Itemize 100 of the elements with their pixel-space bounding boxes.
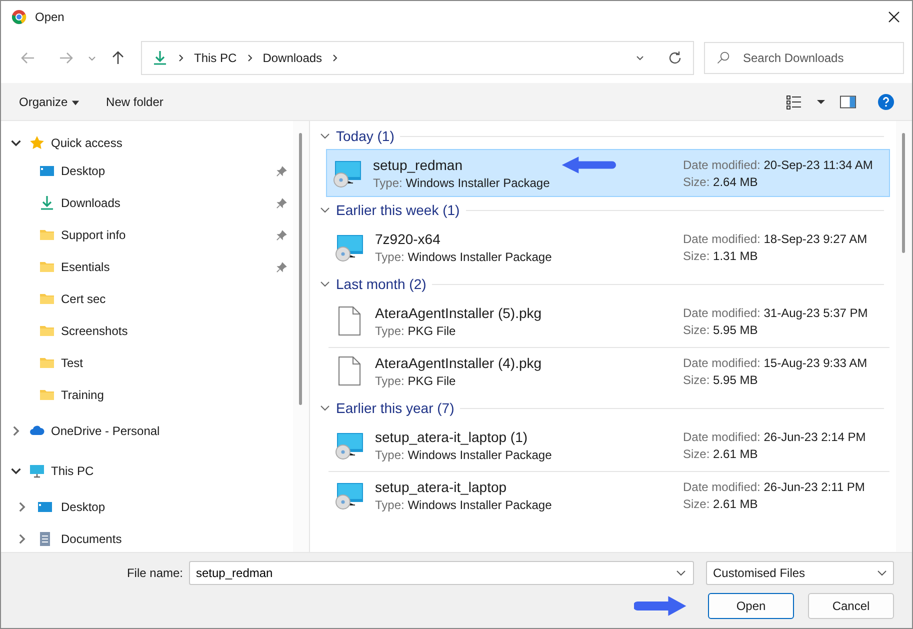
folder-icon [39,291,55,307]
file-name: setup_atera-it_laptop [375,478,508,494]
search-field[interactable]: Search Downloads [704,42,904,74]
annotation-arrow-icon [634,594,688,618]
sidebar-item[interactable]: Documents [1,523,293,552]
file-size: 2.64 MB [713,174,758,188]
chevron-down-icon[interactable] [320,205,330,215]
chevron-down-icon[interactable] [320,403,330,413]
sidebar-item[interactable]: Test [1,347,293,379]
file-item[interactable]: AteraAgentInstaller (5).pkg Type: PKG File Date modified: 31-Aug-23 5:37 PM Size: 5.95 MB [328,297,890,345]
file-item[interactable]: 7z920-x64 Type: Windows Installer Package Date modified: 18-Sep-23 9:27 AM Size: 1.31 MB [328,223,890,271]
annotation-arrow-icon [560,155,616,175]
close-icon[interactable] [888,11,900,23]
type-label: Type: [375,374,404,388]
file-size: 2.61 MB [713,496,758,510]
refresh-icon[interactable] [667,50,683,66]
sidebar-item[interactable]: This PC [1,451,293,491]
size-label: Size: [683,174,710,188]
type-label: Type: [375,250,404,264]
group-header[interactable]: Last month (2) [336,276,426,292]
type-label: Type: [375,324,404,338]
monitor-icon [29,463,45,479]
download-icon [152,50,168,66]
date-modified: 18-Sep-23 9:27 AM [764,232,868,246]
date-label: Date modified: [683,430,760,444]
sidebar-item[interactable]: Cert sec [1,283,293,315]
file-item[interactable]: setup_atera-it_laptop Type: Windows Installer Package Date modified: 26-Jun-23 2:11 PM Size: 2.61 MB [328,471,890,519]
date-label: Date modified: [683,232,760,246]
app-icon [11,9,27,25]
group-header[interactable]: Earlier this week (1) [336,202,460,218]
folder-icon [39,355,55,371]
date-label: Date modified: [683,158,760,172]
search-icon [716,51,730,65]
size-label: Size: [683,446,710,460]
sidebar-item[interactable]: Support info [1,219,293,251]
up-arrow-icon[interactable] [110,50,126,66]
date-label: Date modified: [683,480,760,494]
help-icon[interactable] [878,94,894,110]
new-folder-button[interactable]: New folder [96,90,174,112]
file-item[interactable]: AteraAgentInstaller (4).pkg Type: PKG File Date modified: 15-Aug-23 9:33 AM Size: 5.95 MB [328,347,890,395]
size-label: Size: [683,322,710,336]
date-modified: 20-Sep-23 11:34 AM [764,158,873,172]
file-size: 2.61 MB [713,446,758,460]
file-name-field[interactable]: setup_redman [189,561,694,585]
chevron-down-icon [676,568,686,578]
star-icon [29,135,45,151]
file-item[interactable]: setup_redman Type: Windows Installer Package Date modified: 20-Sep-23 11:34 AM Size: 2.64 MB [326,149,890,197]
file-type: Windows Installer Package [408,498,552,512]
chevron-down-icon[interactable] [635,53,645,63]
address-bar[interactable]: This PC Downloads [141,41,694,75]
document-icon [37,531,53,547]
file-type: Windows Installer Package [408,250,552,264]
date-modified: 26-Jun-23 2:14 PM [764,430,866,444]
cancel-button[interactable]: Cancel [808,593,894,619]
file-type: Windows Installer Package [406,176,550,190]
sidebar-item[interactable]: OneDrive - Personal [1,411,293,451]
file-name: 7z920-x64 [375,230,442,246]
folder-icon [39,387,55,403]
file-type: PKG File [408,324,456,338]
window-title: Open [35,10,64,24]
desktop-icon [37,499,53,515]
file-size: 5.95 MB [713,322,758,336]
caret-icon [71,98,80,107]
date-label: Date modified: [683,306,760,320]
sidebar-item[interactable]: Training [1,379,293,411]
chevron-down-icon[interactable] [320,279,330,289]
file-item[interactable]: setup_atera-it_laptop (1) Type: Windows Installer Package Date modified: 26-Jun-23 2:14 PM Size: 2.61 MB [328,421,890,469]
file-size: 1.31 MB [713,248,758,262]
group-header[interactable]: Today (1) [336,128,394,144]
download-icon [39,195,55,211]
view-list-icon[interactable] [786,94,802,110]
date-modified: 31-Aug-23 5:37 PM [764,306,868,320]
breadcrumb-item[interactable]: Downloads [262,51,322,65]
group-header[interactable]: Earlier this year (7) [336,400,454,416]
chevron-down-icon [877,568,887,578]
sidebar-item[interactable]: Desktop [1,491,293,523]
date-modified: 26-Jun-23 2:11 PM [764,480,865,494]
chevron-down-icon[interactable] [320,131,330,141]
date-label: Date modified: [683,356,760,370]
file-name: setup_redman [373,156,464,172]
organize-button[interactable]: Organize [9,90,90,112]
type-label: Type: [375,498,404,512]
preview-pane-icon[interactable] [840,94,856,110]
file-type-dropdown[interactable]: Customised Files [706,561,894,585]
file-name: setup_atera-it_laptop (1) [375,428,529,444]
sidebar-item[interactable]: Quick access [1,131,293,155]
sidebar-item[interactable]: Desktop [1,155,293,187]
type-label: Type: [373,176,402,190]
size-label: Size: [683,372,710,386]
file-type: PKG File [408,374,456,388]
sidebar-item[interactable]: Screenshots [1,315,293,347]
breadcrumb-item[interactable]: This PC [194,51,237,65]
chevron-right-icon[interactable] [176,53,186,63]
folder-icon [39,227,55,243]
open-button[interactable]: Open [708,593,794,619]
file-size: 5.95 MB [713,372,758,386]
sidebar-item[interactable]: Downloads [1,187,293,219]
type-label: Type: [375,448,404,462]
sidebar-item[interactable]: Esentials [1,251,293,283]
file-name: AteraAgentInstaller (5).pkg [375,304,542,320]
